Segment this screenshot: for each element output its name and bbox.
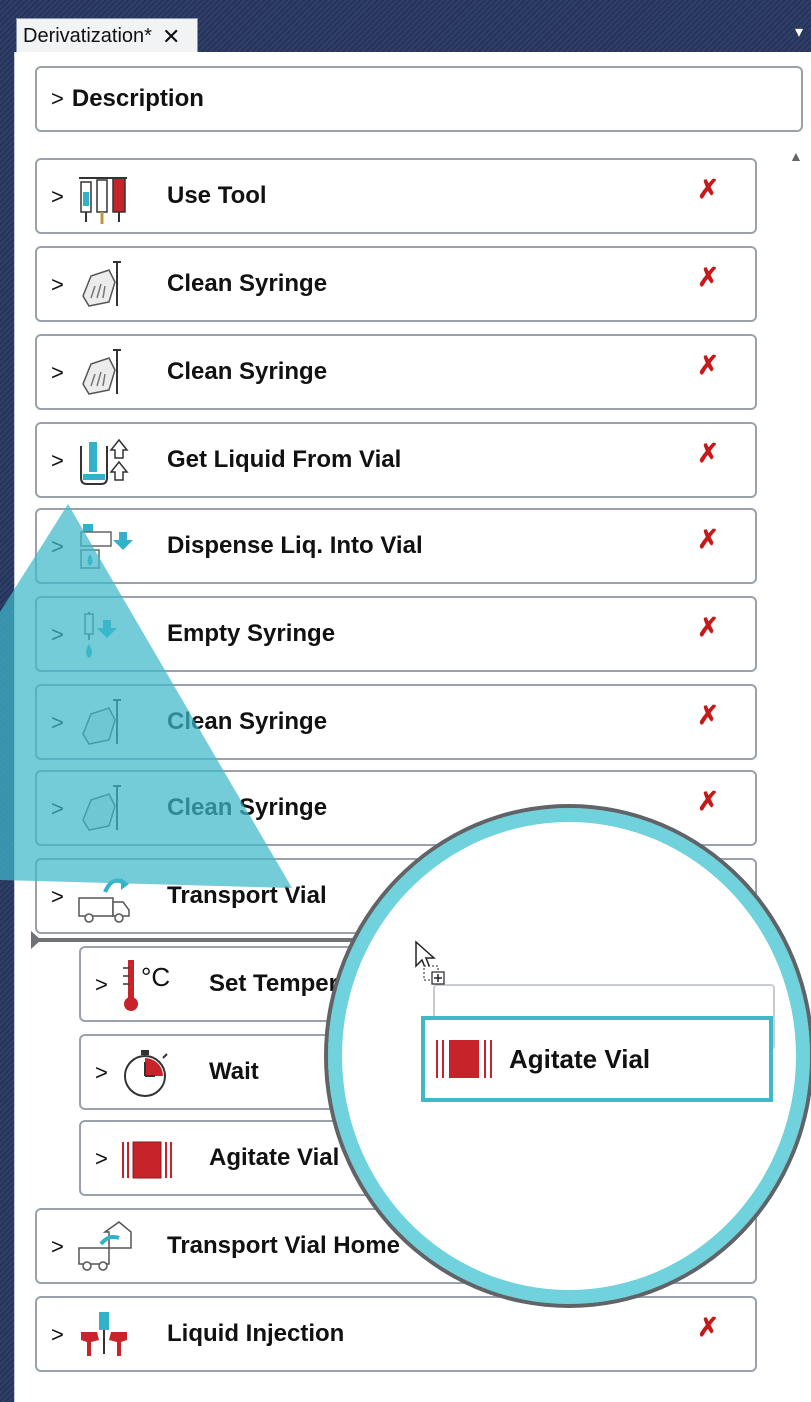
step-liquid-injection[interactable]: > Liquid Injection ✗ — [35, 1296, 757, 1372]
step-label: Dispense Liq. Into Vial — [167, 532, 423, 559]
chevron-right-icon[interactable]: > — [95, 1146, 108, 1172]
step-use-tool[interactable]: > Use Tool ✗ — [35, 158, 757, 234]
step-label: Agitate Vial — [209, 1144, 340, 1171]
step-label: Clean Syringe — [167, 270, 328, 297]
transport-home-icon — [78, 1221, 132, 1271]
step-clean-syringe[interactable]: > Clean Syringe ✗ — [35, 246, 757, 322]
drag-copy-cursor-icon — [415, 940, 445, 985]
vertical-scrollbar[interactable]: ▲ — [783, 144, 807, 1402]
step-label: Wait — [209, 1058, 259, 1085]
step-label: Clean Syringe — [167, 358, 328, 385]
step-label: Liquid Injection — [167, 1320, 345, 1347]
use-tool-icon — [79, 177, 127, 224]
stopwatch-icon — [124, 1050, 168, 1097]
step-label: Clean Syringe — [167, 794, 328, 821]
menu-dropdown-icon[interactable]: ▾ — [795, 22, 811, 44]
chevron-right-icon[interactable]: > — [51, 884, 64, 910]
step-label: Get Liquid From Vial — [167, 446, 402, 473]
step-clean-syringe[interactable]: > Clean Syringe ✗ — [35, 684, 757, 760]
step-label: Use Tool — [167, 182, 267, 209]
delete-icon[interactable]: ✗ — [697, 350, 719, 381]
tab-title: Derivatization* — [23, 25, 152, 47]
step-label: Empty Syringe — [167, 620, 336, 647]
chevron-right-icon[interactable]: > — [51, 796, 64, 822]
chevron-right-icon[interactable]: > — [51, 534, 64, 560]
clean-syringe-icon — [82, 785, 121, 831]
clean-syringe-icon — [82, 699, 121, 745]
step-empty-syringe[interactable]: > Empty Syringe ✗ — [35, 596, 757, 672]
scroll-up-icon[interactable]: ▲ — [789, 148, 803, 164]
description-label: Description — [71, 85, 204, 112]
drag-item-label: Agitate Vial — [509, 1043, 651, 1074]
chevron-right-icon[interactable]: > — [51, 360, 64, 386]
delete-icon[interactable]: ✗ — [697, 612, 719, 643]
celsius-unit: °C — [141, 962, 171, 992]
get-liquid-icon — [80, 438, 129, 485]
agitate-vial-icon — [122, 1141, 172, 1179]
close-icon[interactable]: ✕ — [162, 24, 180, 50]
empty-syringe-icon — [84, 612, 117, 658]
dragged-agitate-vial[interactable]: Agitate Vial — [421, 1016, 773, 1102]
chevron-right-icon[interactable]: > — [51, 184, 64, 210]
delete-icon[interactable]: ✗ — [697, 1312, 719, 1343]
clean-syringe-icon — [82, 261, 121, 307]
delete-icon[interactable]: ✗ — [697, 262, 719, 293]
step-label: Transport Vial — [167, 882, 327, 909]
chevron-right-icon[interactable]: > — [51, 1322, 64, 1348]
agitate-vial-icon — [436, 1040, 492, 1078]
chevron-right-icon[interactable]: > — [51, 710, 64, 736]
step-label: Clean Syringe — [167, 708, 328, 735]
delete-icon[interactable]: ✗ — [697, 174, 719, 205]
chevron-right-icon[interactable]: > — [51, 622, 64, 648]
step-label: Transport Vial Home — [167, 1232, 400, 1259]
step-clean-syringe[interactable]: > Clean Syringe ✗ — [35, 334, 757, 410]
step-get-liquid-from-vial[interactable]: > Get Liquid From Vial ✗ — [35, 422, 757, 498]
delete-icon[interactable]: ✗ — [697, 438, 719, 469]
clean-syringe-icon — [82, 349, 121, 395]
chevron-right-icon[interactable]: > — [51, 1234, 64, 1260]
chevron-right-icon[interactable]: > — [95, 972, 108, 998]
chevron-right-icon[interactable]: > — [95, 1060, 108, 1086]
description-section[interactable]: > Description — [35, 66, 803, 132]
chevron-right-icon: > — [51, 86, 64, 111]
tab-derivatization[interactable]: Derivatization* ✕ — [16, 18, 198, 54]
dispense-liquid-icon — [80, 524, 133, 569]
transport-vial-icon — [78, 878, 130, 923]
chevron-right-icon[interactable]: > — [51, 448, 64, 474]
delete-icon[interactable]: ✗ — [697, 524, 719, 555]
injection-icon — [81, 1312, 127, 1356]
step-dispense-liquid-into-vial[interactable]: > Dispense Liq. Into Vial ✗ — [35, 508, 757, 584]
delete-icon[interactable]: ✗ — [697, 786, 719, 817]
delete-icon[interactable]: ✗ — [697, 700, 719, 731]
chevron-right-icon[interactable]: > — [51, 272, 64, 298]
